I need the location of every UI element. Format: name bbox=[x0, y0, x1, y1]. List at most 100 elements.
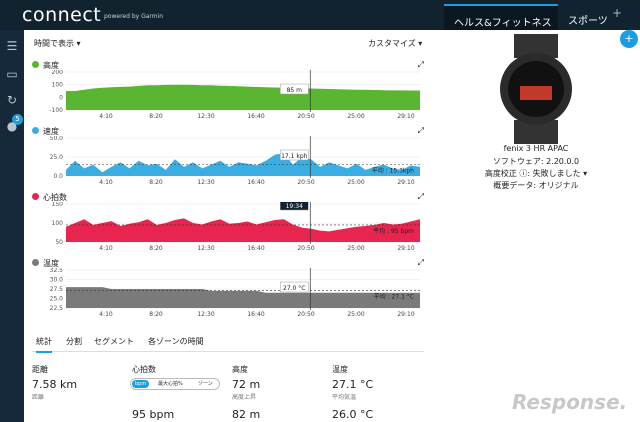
temp-label: 温度 bbox=[332, 365, 348, 374]
x-tick-label: 4:10 bbox=[99, 179, 113, 186]
y-tick-label: 30.0 bbox=[50, 277, 64, 284]
user-icon[interactable]: ● bbox=[4, 118, 20, 134]
watch-image bbox=[500, 34, 572, 144]
temperature-dot-icon bbox=[32, 259, 39, 266]
y-tick-label: 25.0 bbox=[50, 154, 64, 161]
tab-splits[interactable]: 分割 bbox=[66, 336, 82, 347]
menu-icon[interactable]: ☰ bbox=[4, 38, 20, 54]
device-name: fenix 3 HR APAC bbox=[503, 144, 569, 153]
x-tick-label: 29:10 bbox=[397, 113, 414, 120]
sidebar: ☰ ▭ ↻ 5 ● bbox=[0, 30, 24, 422]
y-tick-label: 32.5 bbox=[50, 268, 64, 274]
altitude-calibration[interactable]: 高度校正 ⓘ: 失敗しました ▾ bbox=[432, 168, 640, 179]
x-tick-label: 16:40 bbox=[247, 245, 264, 252]
x-tick-label: 12:30 bbox=[197, 179, 214, 186]
elev-sub: 高度上昇 bbox=[232, 394, 257, 401]
y-tick-label: 50.0 bbox=[50, 136, 64, 142]
response-watermark: Response. bbox=[512, 390, 628, 414]
inbox-icon[interactable]: ▭ bbox=[4, 66, 20, 82]
speed-dot-icon bbox=[32, 127, 39, 134]
x-tick-label: 25:00 bbox=[347, 311, 364, 318]
hr-value: 95 bpm bbox=[132, 408, 175, 421]
y-tick-label: 100 bbox=[52, 82, 64, 89]
y-tick-label: 25.0 bbox=[50, 296, 64, 303]
expand-icon[interactable]: ⤢ bbox=[418, 192, 424, 202]
x-tick-label: 16:40 bbox=[247, 179, 264, 186]
x-tick-label: 16:40 bbox=[247, 113, 264, 120]
hr-toggle: bpm 最大心拍% ゾーン bbox=[130, 378, 220, 390]
heart-rate-dot-icon bbox=[32, 193, 39, 200]
expand-icon[interactable]: ⤢ bbox=[418, 126, 424, 136]
x-tick-label: 25:00 bbox=[347, 179, 364, 186]
elev-value-2: 82 m bbox=[232, 408, 261, 421]
hr-label: 心拍数 bbox=[132, 365, 156, 374]
y-tick-label: 150 bbox=[52, 202, 64, 208]
x-tick-label: 25:00 bbox=[347, 245, 364, 252]
y-tick-label: 50 bbox=[55, 239, 63, 246]
x-tick-label: 12:30 bbox=[197, 113, 214, 120]
customize-button[interactable]: カスタマイズ ▾ bbox=[368, 38, 422, 49]
device-panel: + fenix 3 HR APAC ソフトウェア: 2.20.0.0 高度校正 … bbox=[432, 30, 640, 422]
powered-by: powered by Garmin bbox=[104, 13, 164, 20]
y-tick-label: 200 bbox=[52, 70, 64, 76]
tab-stats[interactable]: 統計 bbox=[36, 336, 52, 353]
hover-label: 27.0 °C bbox=[283, 285, 305, 292]
logo: connect bbox=[22, 4, 102, 26]
y-tick-label: 100 bbox=[52, 220, 64, 227]
x-tick-label: 8:20 bbox=[149, 245, 163, 252]
x-tick-label: 25:00 bbox=[347, 113, 364, 120]
x-tick-label: 29:10 bbox=[397, 311, 414, 318]
hover-label: 17.1 kph bbox=[281, 153, 308, 160]
x-tick-label: 8:20 bbox=[149, 179, 163, 186]
x-tick-label: 12:30 bbox=[197, 311, 214, 318]
software-version: ソフトウェア: 2.20.0.0 bbox=[492, 157, 580, 166]
altitude-dot-icon bbox=[32, 61, 39, 68]
tab-health-fitness[interactable]: ヘルス&フィットネス bbox=[444, 4, 558, 30]
temp-value: 27.1 °C bbox=[332, 378, 374, 391]
summary-data: 概要データ: オリジナル bbox=[493, 181, 579, 190]
x-tick-label: 8:20 bbox=[149, 311, 163, 318]
average-label: 平均 : 27.1 °C bbox=[374, 293, 414, 301]
time-select[interactable]: 時間で表示 ▾ bbox=[34, 38, 81, 49]
toggle-bpm[interactable]: bpm bbox=[132, 380, 150, 388]
heart-rate-chart[interactable]: 心拍数 ⤢ 150 100 50 4:10 8:20 12:30 16:40 20:50 25:00… bbox=[32, 192, 424, 256]
expand-icon[interactable]: ⤢ bbox=[418, 258, 424, 268]
stats-tabs: 統計 分割 セグメント 各ゾーンの時間 bbox=[32, 330, 424, 353]
average-label: 平均 : 95 bpm bbox=[373, 227, 414, 235]
expand-icon[interactable]: ⤢ bbox=[418, 60, 424, 70]
x-tick-label: 4:10 bbox=[99, 311, 113, 318]
x-tick-label: 4:10 bbox=[99, 245, 113, 252]
heart-rate-series-area bbox=[66, 218, 420, 242]
x-tick-label: 16:40 bbox=[247, 311, 264, 318]
toggle-zone[interactable]: ゾーン bbox=[195, 380, 216, 388]
x-tick-label: 20:50 bbox=[297, 245, 314, 252]
toggle-max-hr[interactable]: 最大心拍% bbox=[155, 380, 186, 388]
distance-sub: 距離 bbox=[32, 394, 45, 401]
x-tick-label: 4:10 bbox=[99, 113, 113, 120]
tab-zones[interactable]: 各ゾーンの時間 bbox=[148, 336, 204, 347]
altitude-series-area bbox=[66, 84, 420, 110]
tab-sports-plus-icon[interactable]: + bbox=[612, 6, 628, 24]
temp-value-2: 26.0 °C bbox=[332, 408, 374, 421]
average-label: 平均 : 15.3kph bbox=[372, 166, 414, 174]
elev-label: 高度 bbox=[232, 365, 248, 374]
top-bar: connect powered by Garmin ヘルス&フィットネス スポー… bbox=[0, 0, 640, 30]
temp-sub: 平均気温 bbox=[332, 394, 357, 401]
elev-value: 72 m bbox=[232, 378, 261, 391]
speed-chart[interactable]: 速度 ⤢ 50.0 25.0 0.0 4:10 8:20 12:30 16:40 20:50 25:… bbox=[32, 126, 424, 190]
hover-label: 85 m bbox=[287, 87, 303, 94]
main-panel: 時間で表示 ▾ カスタマイズ ▾ 高度 ⤢ 200 100 0 -100 4:10 8:20 1… bbox=[24, 30, 432, 422]
tab-segments[interactable]: セグメント bbox=[94, 336, 134, 347]
x-tick-label: 12:30 bbox=[197, 245, 214, 252]
hover-label: 19:34 bbox=[286, 203, 303, 210]
activity-icon[interactable]: ↻ bbox=[4, 92, 20, 108]
x-tick-label: 20:50 bbox=[297, 113, 314, 120]
distance-value: 7.58 km bbox=[32, 378, 78, 391]
temperature-chart[interactable]: 温度 ⤢ 32.5 30.0 27.5 25.0 22.5 4:10 8:20 12:30 16:4… bbox=[32, 258, 424, 322]
tab-sports[interactable]: スポーツ bbox=[558, 4, 610, 30]
y-tick-label: -100 bbox=[49, 107, 63, 114]
y-tick-label: 22.5 bbox=[50, 305, 64, 312]
altitude-chart[interactable]: 高度 ⤢ 200 100 0 -100 4:10 8:20 12:30 16:40 20:50 25:… bbox=[32, 60, 424, 124]
y-tick-label: 0 bbox=[59, 94, 63, 101]
distance-label: 距離 bbox=[32, 365, 48, 374]
